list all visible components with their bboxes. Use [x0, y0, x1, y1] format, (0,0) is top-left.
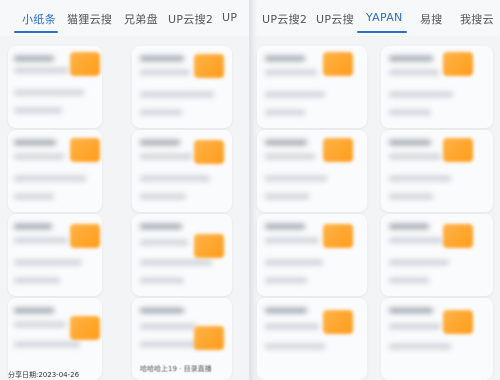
active-tab-indicator — [357, 31, 407, 33]
share-date: 分享日期:2023-04-26 — [8, 371, 80, 379]
result-card[interactable] — [257, 46, 367, 128]
thumbnail-image — [323, 224, 353, 248]
result-card[interactable] — [8, 46, 102, 128]
thumbnail-image — [443, 224, 473, 248]
thumbnail-image — [70, 316, 100, 340]
tab-wosouyun[interactable]: 我搜云 — [460, 11, 494, 27]
tab-xiaozhitiao[interactable]: 小纸条 — [22, 11, 56, 27]
result-card[interactable] — [132, 46, 232, 128]
card-footer-text: 哈哈哈上19 · 目录直播 — [140, 365, 212, 373]
tab-up-yunsou[interactable]: UP云搜 — [316, 11, 354, 27]
right-tab-bar: UP云搜2 UP云搜 YAPAN 易搜 我搜云 — [251, 0, 500, 36]
result-card[interactable] — [257, 130, 367, 212]
thumbnail-image — [443, 310, 473, 334]
thumbnail-image — [323, 52, 353, 76]
tab-maoli-yunsou[interactable]: 猫狸云搜 — [67, 11, 112, 27]
result-card[interactable] — [381, 214, 493, 296]
result-card[interactable] — [8, 130, 102, 212]
tab-xiongdipan[interactable]: 兄弟盘 — [124, 11, 158, 27]
thumbnail-image — [70, 52, 100, 76]
tab-up[interactable]: UP — [222, 11, 237, 24]
thumbnail-image — [194, 234, 224, 258]
thumbnail-image — [194, 326, 224, 350]
result-card[interactable] — [381, 46, 493, 128]
left-tab-bar: 小纸条 猫狸云搜 兄弟盘 UP云搜2 UP — [0, 0, 249, 36]
result-card[interactable] — [8, 214, 102, 296]
tab-yapan[interactable]: YAPAN — [366, 11, 403, 24]
thumbnail-image — [70, 224, 100, 248]
result-card[interactable] — [381, 130, 493, 212]
result-card[interactable] — [132, 130, 232, 212]
active-tab-indicator — [14, 31, 58, 33]
left-panel: 小纸条 猫狸云搜 兄弟盘 UP云搜2 UP 分享日期:2023-04-26 哈哈… — [0, 0, 249, 380]
result-card[interactable] — [381, 298, 493, 380]
result-card[interactable] — [132, 214, 232, 296]
thumbnail-image — [323, 138, 353, 162]
result-card[interactable] — [8, 298, 102, 380]
tab-up-yunsou2[interactable]: UP云搜2 — [168, 11, 213, 27]
result-card[interactable] — [257, 214, 367, 296]
result-card[interactable] — [257, 298, 367, 380]
thumbnail-image — [443, 138, 473, 162]
tab-up-yunsou2[interactable]: UP云搜2 — [262, 11, 307, 27]
thumbnail-image — [194, 54, 224, 78]
tab-yisou[interactable]: 易搜 — [420, 11, 443, 27]
thumbnail-image — [443, 52, 473, 76]
thumbnail-image — [323, 310, 353, 334]
right-panel: UP云搜2 UP云搜 YAPAN 易搜 我搜云 — [251, 0, 500, 380]
thumbnail-image — [194, 140, 224, 164]
thumbnail-image — [70, 138, 100, 162]
